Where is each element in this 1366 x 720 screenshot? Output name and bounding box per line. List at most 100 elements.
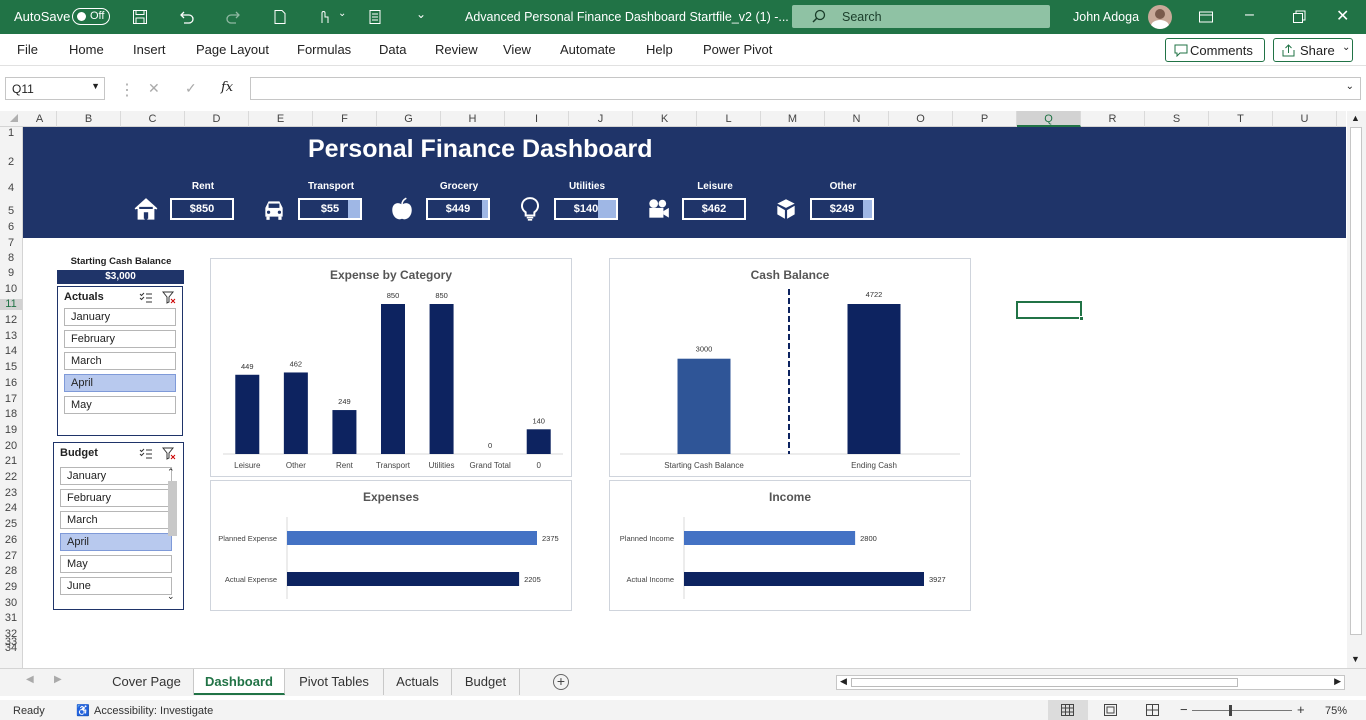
row-header-25[interactable]: 25	[0, 519, 22, 530]
row-header-19[interactable]: 19	[0, 424, 22, 436]
tab-formulas[interactable]: Formulas	[297, 42, 351, 57]
row-header-26[interactable]: 26	[0, 534, 22, 546]
row-header-21[interactable]: 21	[0, 456, 22, 467]
bar-utilities[interactable]	[429, 304, 454, 454]
expenses-chart[interactable]: Expenses 2375 Planned Expense 2205 Actual E…	[210, 480, 572, 611]
scroll-thumb[interactable]	[168, 481, 177, 536]
row-header-12[interactable]: 12	[0, 315, 22, 326]
slicer-item-january[interactable]: January	[60, 467, 172, 485]
name-box-dropdown-icon[interactable]: ▼	[91, 81, 100, 91]
bar-rent[interactable]	[332, 410, 357, 454]
tab-review[interactable]: Review	[435, 42, 478, 57]
row-header-24[interactable]: 24	[0, 503, 22, 514]
next-sheet-icon[interactable]: ▶	[54, 674, 62, 685]
column-header-c[interactable]: C	[121, 111, 185, 127]
row-header-8[interactable]: 8	[0, 253, 22, 264]
scroll-left-icon[interactable]: ◀	[840, 676, 847, 687]
form-icon[interactable]	[367, 9, 383, 25]
multi-select-icon[interactable]	[139, 448, 153, 460]
select-all-icon[interactable]	[10, 114, 18, 122]
cancel-icon[interactable]: ✕	[148, 80, 160, 97]
worksheet[interactable]: Personal Finance Dashboard Rent $850 Trans…	[23, 127, 1346, 668]
tab-power-pivot[interactable]: Power Pivot	[703, 42, 772, 57]
redo-icon[interactable]	[226, 9, 242, 25]
row-header-6[interactable]: 6	[0, 221, 22, 233]
row-header-11[interactable]: 11	[0, 299, 22, 311]
avatar[interactable]	[1148, 5, 1172, 29]
slicer-item-may[interactable]: May	[60, 555, 172, 573]
zoom-in-icon[interactable]: +	[1297, 702, 1305, 717]
column-header-q[interactable]: Q	[1017, 111, 1081, 127]
accessibility-icon[interactable]: ♿	[76, 704, 90, 717]
share-button[interactable]: Share ⌄	[1273, 38, 1353, 62]
prev-sheet-icon[interactable]: ◀	[26, 674, 34, 685]
row-header-15[interactable]: 15	[0, 362, 22, 373]
income-chart[interactable]: Income 2800 Planned Income 3927 Actual Inco…	[609, 480, 971, 611]
tab-automate[interactable]: Automate	[560, 42, 616, 57]
formula-input[interactable]: ⌄	[250, 77, 1361, 100]
accessibility-status[interactable]: Accessibility: Investigate	[94, 705, 213, 717]
vertical-scrollbar[interactable]: ▲ ▼	[1347, 111, 1366, 668]
slicer-item-february[interactable]: February	[64, 330, 176, 348]
bar-0[interactable]	[526, 429, 551, 454]
bar-leisure[interactable]	[235, 374, 260, 454]
sheet-tab-cover-page[interactable]: Cover Page	[100, 669, 194, 695]
comments-button[interactable]: Comments	[1165, 38, 1265, 62]
column-header-k[interactable]: K	[633, 111, 697, 127]
fill-handle[interactable]	[1079, 316, 1084, 321]
touch-mode-icon[interactable]	[316, 9, 332, 25]
budget-slicer-scrollbar[interactable]: ⌃ ⌄	[166, 467, 178, 605]
bar-transport[interactable]	[381, 304, 405, 454]
clear-filter-icon[interactable]	[162, 291, 176, 304]
slicer-item-march[interactable]: March	[60, 511, 172, 529]
close-icon[interactable]: ✕	[1336, 6, 1349, 26]
column-header-j[interactable]: J	[569, 111, 633, 127]
column-header-l[interactable]: L	[697, 111, 761, 127]
zoom-thumb[interactable]	[1229, 705, 1232, 716]
column-header-e[interactable]: E	[249, 111, 313, 127]
minimize-icon[interactable]: –	[1245, 6, 1254, 24]
sheet-tab-dashboard[interactable]: Dashboard	[194, 669, 285, 695]
scroll-down-icon[interactable]: ▼	[1351, 654, 1360, 664]
horizontal-scrollbar[interactable]: ◀ ▶	[836, 675, 1345, 690]
scroll-up-icon[interactable]: ▲	[1351, 113, 1360, 123]
column-header-h[interactable]: H	[441, 111, 505, 127]
chevron-down-icon[interactable]: ⌄	[338, 8, 346, 19]
column-header-o[interactable]: O	[889, 111, 953, 127]
h-scroll-thumb[interactable]	[851, 678, 1238, 687]
undo-icon[interactable]	[178, 9, 194, 25]
save-icon[interactable]	[132, 9, 148, 25]
cash-balance-chart[interactable]: Cash Balance 3000 Starting Cash Balance 47…	[609, 258, 971, 477]
column-header-s[interactable]: S	[1145, 111, 1209, 127]
row-header-27[interactable]: 27	[0, 550, 22, 562]
bar-planned-income[interactable]	[684, 531, 856, 545]
bar-planned-expense[interactable]	[287, 531, 537, 545]
row-header-31[interactable]: 31	[0, 613, 22, 624]
row-header-29[interactable]: 29	[0, 581, 22, 593]
scroll-thumb[interactable]	[1350, 127, 1362, 635]
page-break-icon[interactable]	[1146, 704, 1159, 716]
ribbon-display-icon[interactable]	[1198, 9, 1214, 25]
tab-insert[interactable]: Insert	[133, 42, 166, 57]
budget-slicer[interactable]: Budget January February March April May June …	[53, 442, 184, 610]
row-header-13[interactable]: 13	[0, 330, 22, 342]
page-layout-icon[interactable]	[1104, 704, 1117, 716]
actuals-slicer[interactable]: Actuals January February March April May	[57, 286, 183, 436]
autosave-toggle[interactable]: Off	[72, 8, 110, 25]
customize-toolbar-icon[interactable]: ⌄	[416, 7, 426, 21]
slicer-item-april[interactable]: April	[64, 374, 176, 392]
row-header-14[interactable]: 14	[0, 346, 22, 357]
zoom-slider[interactable]	[1192, 705, 1292, 716]
slicer-item-january[interactable]: January	[64, 308, 176, 326]
add-sheet-icon[interactable]: +	[553, 674, 569, 690]
column-header-a[interactable]: A	[23, 111, 57, 127]
tab-data[interactable]: Data	[379, 42, 406, 57]
search-box[interactable]: Search	[792, 5, 1050, 28]
expense-by-category-chart[interactable]: Expense by Category 449 Leisure 462 Other 24…	[210, 258, 572, 477]
slicer-item-may[interactable]: May	[64, 396, 176, 414]
row-header-7[interactable]: 7	[0, 237, 22, 249]
sheet-tab-actuals[interactable]: Actuals	[384, 669, 452, 695]
row-header-22[interactable]: 22	[0, 472, 22, 483]
row-header-34[interactable]: 34	[0, 643, 22, 654]
name-box[interactable]: Q11 ▼	[5, 77, 105, 100]
